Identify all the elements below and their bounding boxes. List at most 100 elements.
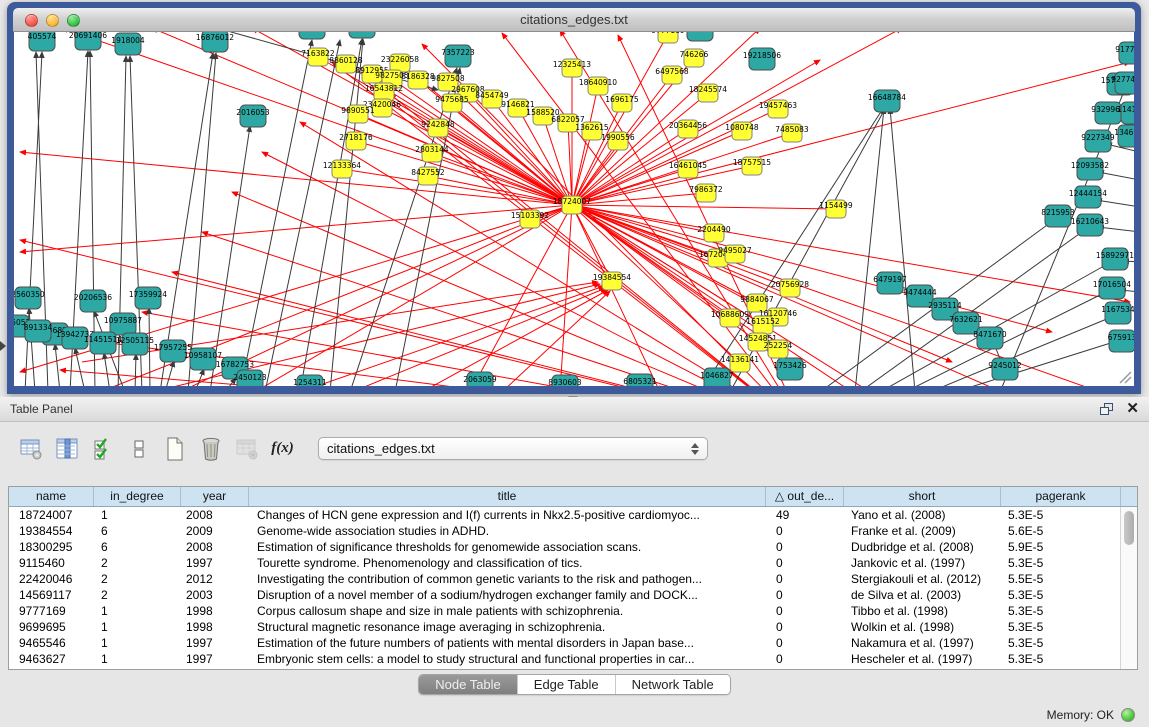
table-cell[interactable]: Wolkin et al. (1998) [844, 619, 1001, 635]
canvas-resize-grip[interactable] [1120, 372, 1131, 383]
table-cell[interactable]: 9699695 [9, 619, 94, 635]
tab-edge-table[interactable]: Edge Table [518, 675, 616, 694]
table-row[interactable]: 946362711997Embryonic stem cells: a mode… [9, 651, 1137, 667]
network-node[interactable]: 1080748 [725, 122, 759, 140]
table-cell[interactable]: Yano et al. (2008) [844, 507, 1001, 523]
network-node[interactable]: 1990556 [601, 132, 635, 150]
network-node[interactable]: 16543812 [365, 83, 403, 101]
table-cell[interactable]: 1997 [181, 555, 249, 571]
table-cell[interactable]: Investigating the contribution of common… [249, 571, 766, 587]
table-cell[interactable]: 1997 [181, 635, 249, 651]
minimize-window-icon[interactable] [46, 14, 59, 27]
network-node[interactable]: 12093582 [1071, 158, 1109, 180]
table-cell[interactable]: 9115460 [9, 555, 94, 571]
network-node[interactable]: 2803144 [415, 144, 449, 162]
network-node[interactable]: 6479197 [873, 272, 907, 294]
network-node[interactable]: 8427552 [411, 167, 445, 185]
table-cell[interactable]: 0 [766, 555, 844, 571]
table-cell[interactable]: 18300295 [9, 539, 94, 555]
network-node[interactable]: 675913 [1108, 330, 1134, 352]
table-cell[interactable]: 1 [94, 651, 181, 667]
network-node[interactable]: 20691406 [69, 32, 107, 50]
table-cell[interactable]: 5.3E-5 [1001, 635, 1121, 651]
network-node[interactable]: 1254311 [293, 375, 327, 386]
network-node[interactable]: 18245574 [689, 84, 727, 102]
table-cell[interactable]: 2003 [181, 587, 249, 603]
table-cell[interactable]: 1998 [181, 619, 249, 635]
network-node[interactable]: 1046827 [700, 368, 734, 386]
table-cell[interactable]: 0 [766, 571, 844, 587]
network-node[interactable]: 2560350 [14, 287, 45, 309]
network-node[interactable]: 8930603 [548, 375, 582, 386]
table-cell[interactable]: 0 [766, 619, 844, 635]
table-cell[interactable]: 22420046 [9, 571, 94, 587]
select-all-checks-icon[interactable] [90, 436, 115, 461]
network-node[interactable]: 16033809 [343, 32, 381, 38]
table-cell[interactable]: 5.3E-5 [1001, 603, 1121, 619]
tab-network-table[interactable]: Network Table [616, 675, 730, 694]
table-cell[interactable]: 5.3E-5 [1001, 507, 1121, 523]
table-row[interactable]: 946554611997Estimation of the future num… [9, 635, 1137, 651]
table-row[interactable]: 1456911722003Disruption of a novel membe… [9, 587, 1137, 603]
float-panel-icon[interactable] [1100, 403, 1114, 416]
table-cell[interactable]: 0 [766, 635, 844, 651]
network-node[interactable]: 746266 [680, 49, 709, 67]
table-cell[interactable]: Changes of HCN gene expression and I(f) … [249, 507, 766, 523]
table-cell[interactable]: 1997 [181, 651, 249, 667]
network-node[interactable]: 1696175 [605, 94, 639, 112]
table-cell[interactable]: Jankovic et al. (1997) [844, 555, 1001, 571]
close-panel-icon[interactable]: ✕ [1126, 402, 1139, 416]
network-node[interactable]: 1753426 [773, 358, 807, 380]
zoom-window-icon[interactable] [67, 14, 80, 27]
table-cell[interactable]: 9463627 [9, 651, 94, 667]
delete-table-icon[interactable] [234, 436, 259, 461]
table-cell[interactable]: Nakamura et al. (1997) [844, 635, 1001, 651]
network-node[interactable]: 9177064 [1115, 42, 1134, 64]
tab-node-table[interactable]: Node Table [419, 675, 518, 694]
network-node[interactable]: 9475685 [435, 94, 469, 112]
network-node[interactable]: 17359924 [129, 287, 167, 309]
table-cell[interactable]: 2 [94, 571, 181, 587]
table-row[interactable]: 911546021997Tourette syndrome. Phenomeno… [9, 555, 1137, 571]
column-header-out-degree[interactable]: △ out_de... [766, 487, 844, 506]
table-cell[interactable]: 0 [766, 539, 844, 555]
table-cell[interactable]: Disruption of a novel member of a sodium… [249, 587, 766, 603]
table-row[interactable]: 977716911998Corpus callosum shape and si… [9, 603, 1137, 619]
network-node[interactable]: 1167534 [1101, 302, 1134, 324]
table-cell[interactable]: 19384554 [9, 523, 94, 539]
network-node[interactable]: 9227349 [1081, 130, 1115, 152]
table-cell[interactable]: 5.3E-5 [1001, 587, 1121, 603]
rows-icon[interactable] [126, 436, 151, 461]
network-node[interactable]: 405574 [28, 32, 57, 51]
network-node[interactable]: 19218506 [743, 48, 781, 70]
table-cell[interactable]: 49 [766, 507, 844, 523]
table-cell[interactable]: Tibbo et al. (1998) [844, 603, 1001, 619]
table-cell[interactable]: 5.5E-5 [1001, 571, 1121, 587]
table-cell[interactable]: 2008 [181, 507, 249, 523]
table-cell[interactable]: 0 [766, 651, 844, 667]
table-cell[interactable]: 6 [94, 523, 181, 539]
table-cell[interactable]: 9777169 [9, 603, 94, 619]
table-cell[interactable]: 6 [94, 539, 181, 555]
table-cell[interactable]: 5.9E-5 [1001, 539, 1121, 555]
table-cell[interactable]: Corpus callosum shape and size in male p… [249, 603, 766, 619]
network-node[interactable]: 15892971 [1096, 248, 1134, 270]
window-titlebar[interactable]: citations_edges.txt [13, 8, 1135, 32]
table-cell[interactable]: 2008 [181, 539, 249, 555]
network-node[interactable]: 9245012 [988, 358, 1022, 380]
network-node[interactable]: 2718176 [339, 132, 373, 150]
network-node[interactable]: 8186328 [401, 71, 435, 89]
panel-collapse-arrow[interactable] [0, 341, 6, 351]
table-cell[interactable]: Franke et al. (2009) [844, 523, 1001, 539]
table-cell[interactable]: 5.3E-5 [1001, 619, 1121, 635]
column-header-short[interactable]: short [844, 487, 1001, 506]
network-node[interactable]: 19384554 [593, 272, 631, 290]
network-node[interactable]: 7357223 [441, 45, 475, 67]
network-node[interactable]: 18640910 [579, 77, 617, 95]
table-scrollbar[interactable] [1120, 507, 1137, 669]
network-node[interactable]: 8471670 [973, 327, 1007, 349]
table-cell[interactable]: 2009 [181, 523, 249, 539]
table-cell[interactable]: 5.3E-5 [1001, 651, 1121, 667]
new-column-icon[interactable] [162, 436, 187, 461]
table-mode-icon[interactable] [18, 436, 43, 461]
